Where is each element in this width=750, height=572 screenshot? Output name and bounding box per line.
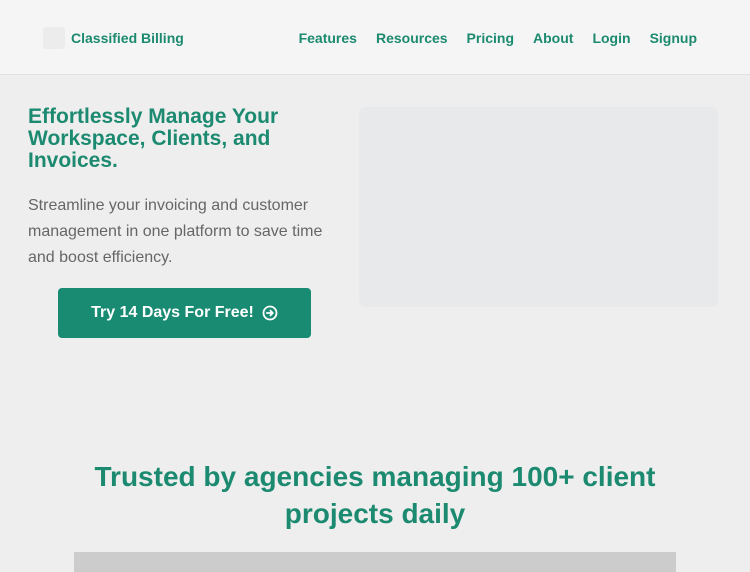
hero-image-placeholder bbox=[359, 107, 718, 307]
nav-link-resources[interactable]: Resources bbox=[376, 30, 448, 46]
free-trial-button[interactable]: Try 14 Days For Free! bbox=[58, 288, 311, 338]
navbar: Classified Billing Features Resources Pr… bbox=[0, 0, 750, 75]
hero-title: Effortlessly Manage Your Workspace, Clie… bbox=[28, 105, 279, 172]
nav-link-features[interactable]: Features bbox=[299, 30, 357, 46]
nav-link-signup[interactable]: Signup bbox=[650, 30, 697, 46]
nav-links: Features Resources Pricing About Login S… bbox=[299, 30, 697, 46]
nav-link-pricing[interactable]: Pricing bbox=[467, 30, 514, 46]
client-logos-strip bbox=[74, 552, 676, 572]
logo-icon[interactable] bbox=[43, 27, 65, 49]
nav-link-about[interactable]: About bbox=[533, 30, 573, 46]
trusted-heading: Trusted by agencies managing 100+ client… bbox=[94, 461, 656, 529]
free-trial-button-label: Try 14 Days For Free! bbox=[91, 304, 254, 321]
arrow-circle-right-icon bbox=[262, 305, 278, 321]
hero-subtitle: Streamline your invoicing and customer m… bbox=[28, 197, 323, 266]
brand-name[interactable]: Classified Billing bbox=[71, 30, 184, 46]
nav-link-login[interactable]: Login bbox=[592, 30, 630, 46]
